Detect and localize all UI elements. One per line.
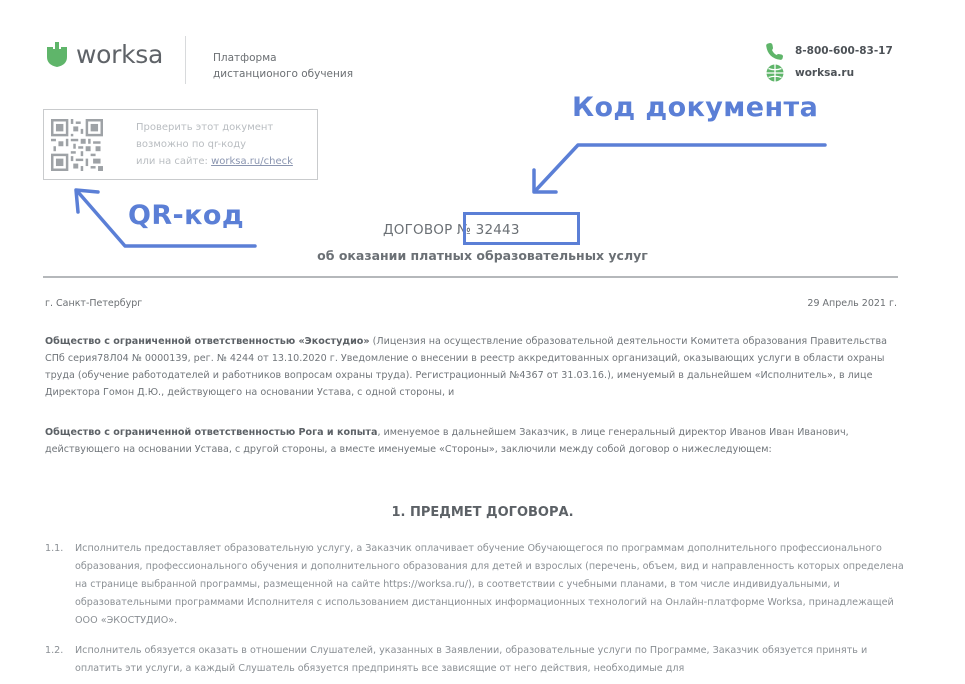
clause-number: 1.1. [45, 543, 64, 554]
party-1-paragraph: Общество с ограниченной ответственностью… [45, 333, 907, 401]
platform-line-2: дистанционого обучения [213, 68, 354, 80]
logo-text: worksa [76, 40, 164, 69]
qr-caption-line-3: или на сайте: worksa.ru/check [136, 153, 293, 170]
phone-row: 8-800-600-83-17 [765, 40, 893, 62]
party-2-paragraph: Общество с ограниченной ответственностью… [45, 424, 907, 458]
qr-caption-line-2: возможно по qr-коду [136, 139, 247, 150]
doc-code-arrow [534, 143, 827, 192]
qr-caption-line-1: Проверить этот документ [136, 122, 274, 133]
qr-caption-prefix: или на сайте: [136, 156, 212, 167]
website-link[interactable]: worksa.ru [795, 67, 854, 79]
header-divider [185, 36, 186, 84]
doc-code-arrowhead [532, 168, 558, 194]
clause-text: Исполнитель обязуется оказать в отношени… [75, 645, 868, 674]
doc-code-callout: Код документа [572, 92, 819, 123]
worksa-logo: worksa [44, 40, 163, 69]
qr-code-callout: QR-код [128, 200, 245, 231]
contract-city: г. Санкт-Петербург [45, 298, 143, 309]
website-row: worksa.ru [765, 62, 893, 84]
contract-date: 29 Апрель 2021 г. [807, 298, 897, 309]
party-1-name: Общество с ограниченной ответственностью… [45, 336, 370, 347]
clause-text: Исполнитель предоставляет образовательну… [75, 543, 904, 626]
phone-number[interactable]: 8-800-600-83-17 [795, 45, 893, 57]
contract-subtitle: об оказании платных образовательных услу… [317, 248, 648, 263]
clause-number: 1.2. [45, 645, 64, 656]
doc-number-highlight [463, 212, 580, 245]
qr-caption: Проверить этот документ возможно по qr-к… [136, 119, 293, 170]
qr-verification-box: Проверить этот документ возможно по qr-к… [43, 109, 318, 180]
globe-icon [766, 64, 784, 82]
phone-icon [766, 43, 783, 60]
party-2-name: Общество с ограниченной ответственностью… [45, 427, 378, 438]
contacts: 8-800-600-83-17 worksa.ru [765, 40, 893, 84]
section-title: 1. ПРЕДМЕТ ДОГОВОРА. [391, 505, 574, 520]
title-divider [43, 276, 898, 278]
qr-code-image[interactable] [51, 119, 103, 171]
platform-line-1: Платформа [213, 52, 277, 64]
check-link[interactable]: worksa.ru/check [211, 156, 293, 167]
worksa-shield-icon [47, 41, 67, 67]
qr-arrowhead [74, 188, 100, 214]
platform-caption: Платформа дистанционого обучения [213, 50, 353, 82]
